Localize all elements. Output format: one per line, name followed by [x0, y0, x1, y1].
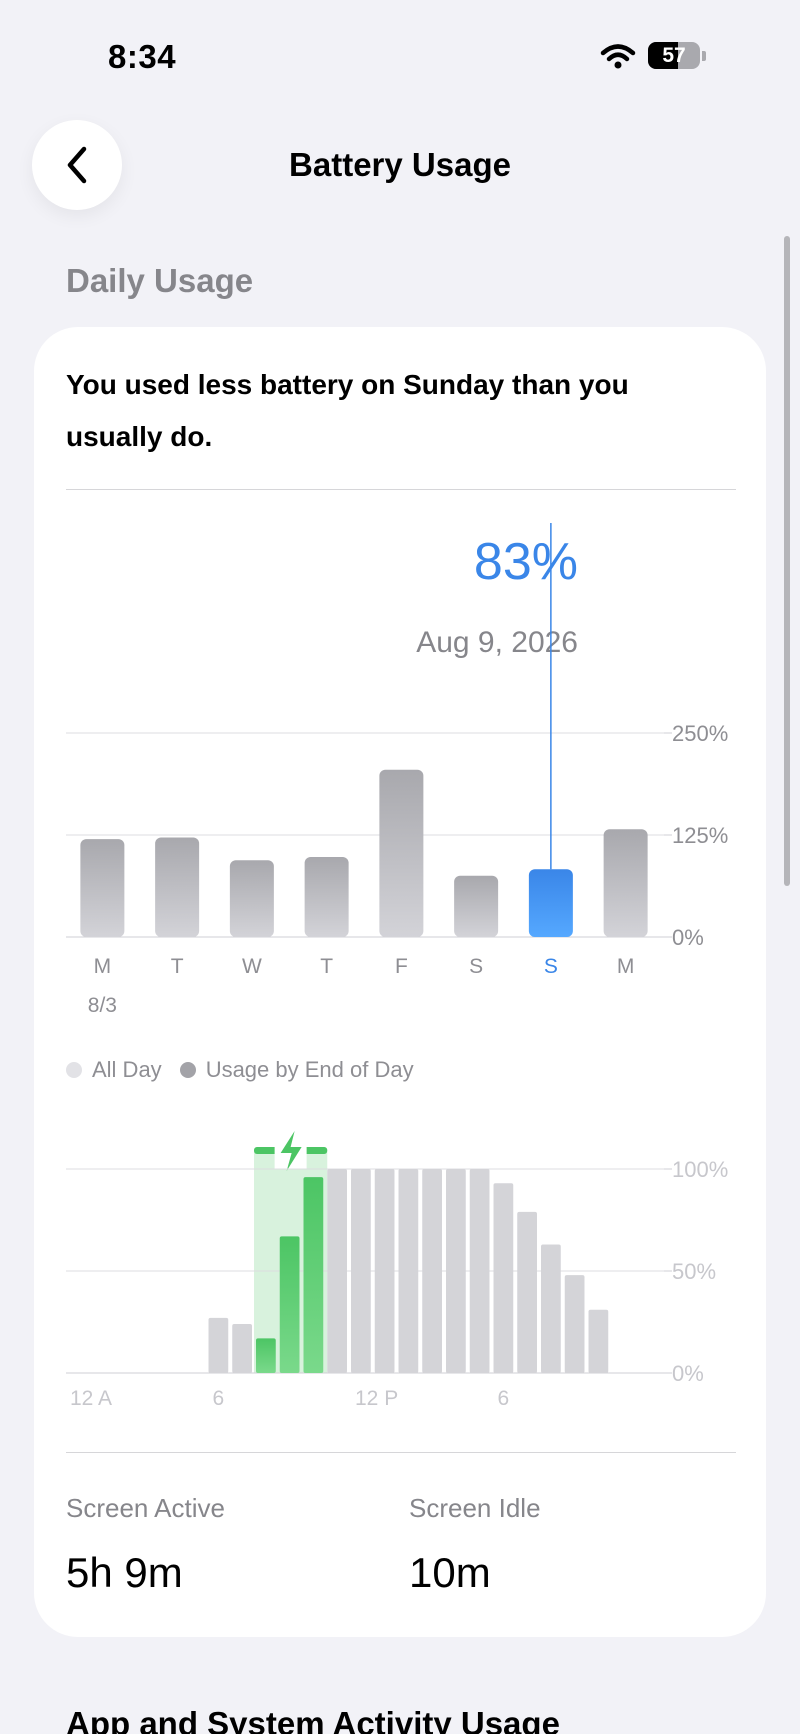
daily-bar [304, 857, 349, 937]
daily-y-tick-label: 250% [672, 721, 728, 746]
hourly-x-tick-label: 12 P [355, 1387, 398, 1410]
hourly-bar-charging [279, 1236, 300, 1373]
hourly-y-tick-label: 100% [672, 1157, 728, 1182]
hourly-bar-charging [256, 1338, 276, 1373]
hourly-bar [493, 1183, 514, 1373]
daily-bar [379, 769, 424, 937]
hourly-bar [208, 1317, 229, 1373]
hourly-x-tick-label: 6 [498, 1387, 510, 1410]
hourly-bar-charging [303, 1177, 324, 1373]
daily-x-sublabel: 8/3 [88, 994, 117, 1017]
daily-x-tick-label: S [469, 955, 483, 978]
hourly-bar [588, 1309, 609, 1373]
hourly-bar [446, 1169, 466, 1373]
hourly-y-tick-label: 50% [672, 1259, 716, 1284]
hourly-y-tick-label: 0% [672, 1361, 704, 1386]
hourly-x-tick-label: 6 [213, 1387, 225, 1410]
hourly-bar [517, 1211, 537, 1373]
legend-all-day-swatch [66, 1062, 82, 1078]
daily-y-tick-label: 0% [672, 925, 704, 950]
daily-bar [229, 860, 274, 937]
daily-y-tick-label: 125% [672, 823, 728, 848]
hourly-bar [351, 1169, 371, 1373]
hourly-bar [564, 1275, 585, 1373]
daily-x-tick-label: F [395, 955, 408, 978]
legend-all-day: All Day [66, 1057, 162, 1083]
daily-x-tick-label: S [544, 955, 558, 978]
hourly-bar [398, 1169, 419, 1373]
daily-x-tick-label: M [94, 955, 112, 978]
legend-all-day-label: All Day [92, 1057, 162, 1082]
app-activity-section-title: App and System Activity Usage [66, 1705, 560, 1734]
daily-x-tick-label: W [242, 955, 262, 978]
daily-bar [454, 875, 499, 937]
hourly-x-tick-label: 12 A [70, 1387, 112, 1410]
daily-x-tick-label: T [320, 955, 333, 978]
legend-end-of-day-label: Usage by End of Day [205, 1057, 414, 1082]
daily-x-tick-label: T [171, 955, 184, 978]
legend-end-of-day-swatch [179, 1062, 196, 1078]
battery-usage-screen: 8:34 57 Battery Usage Daily Usage You us… [0, 0, 800, 1734]
usage-charts[interactable]: 0% 125% 250% M 8/3 T W T F S S M 0% 50% 100% 12 A 6 12 P… [0, 0, 800, 1734]
hourly-bar [327, 1169, 347, 1373]
hourly-bar [374, 1169, 395, 1373]
daily-x-tick-label: M [617, 955, 635, 978]
hourly-bar [469, 1169, 490, 1373]
hourly-bar [232, 1324, 252, 1373]
hourly-bar [541, 1244, 561, 1373]
daily-bar [603, 829, 648, 937]
legend-end-of-day: Usage by End of Day [179, 1057, 414, 1083]
daily-bar [80, 839, 125, 937]
daily-bar [155, 837, 200, 937]
daily-bar-selected [528, 869, 573, 937]
chart-legend: All Day Usage by End of Day [66, 1057, 414, 1083]
hourly-bar [422, 1169, 442, 1373]
